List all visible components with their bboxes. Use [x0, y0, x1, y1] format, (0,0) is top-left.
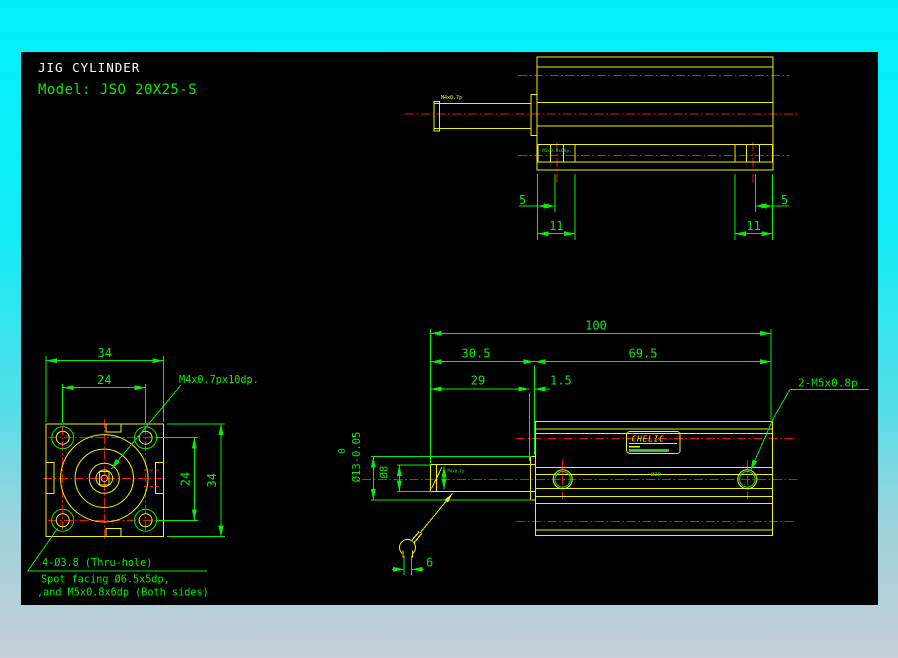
dim-bolt-spacing-h: 24: [97, 373, 111, 387]
right-lug: [735, 145, 772, 162]
dim-body-length: 69.5: [629, 347, 658, 361]
plate-text-line2: [629, 449, 669, 452]
piston-rod: [434, 104, 531, 129]
note-thread-both-sides: ,and M5x0.8x6dp (Both sides): [37, 588, 209, 599]
dim-bolt-spacing-v: 24: [178, 472, 192, 486]
dim-body-width: 34: [97, 346, 111, 360]
rod-flange: [531, 95, 537, 136]
dim-right-width: 11: [746, 219, 760, 233]
hole-notes: 4-Ø3.8 (Thru-hole) Spot facing Ø6.5x5dp,…: [28, 528, 209, 598]
dim-flats-width: 6: [426, 556, 433, 570]
model-label: Model: JSO 20X25-S: [38, 82, 197, 98]
note-spot-facing: Spot facing Ø6.5x5dp,: [41, 574, 170, 586]
front-view: M4x0.7px10dp. 34 24 24 34 4-Ø3.8 (Thru-h…: [28, 346, 259, 599]
bore-label: Ø20: [651, 471, 661, 478]
port-thread-label: M5x0.8x6dp.: [542, 148, 572, 154]
brand-plate: CHELIC: [627, 432, 680, 454]
note-thru-hole: 4-Ø3.8 (Thru-hole): [42, 557, 152, 569]
dim-overall-length: 100: [585, 319, 607, 333]
rod-dia-label: Ø8: [379, 466, 391, 479]
dim-left-width: 11: [549, 219, 563, 233]
thread-callout: M4x0.7px10dp.: [179, 375, 259, 386]
plate-text-line1: [629, 446, 640, 448]
brand-logo: CHELIC: [632, 434, 665, 444]
top-view: M4x0.7p M5x0.8x6dp. 5 11 11 5: [405, 57, 800, 240]
dim-right-offset: 5: [781, 193, 788, 207]
dim-boss-height: 1.5: [550, 374, 572, 388]
page-title: JIG CYLINDER: [38, 60, 140, 75]
cad-drawing: JIG CYLINDER Model: JSO 20X25-S M4x0.7p …: [21, 52, 878, 605]
port-callout: 2-M5x0.8p: [798, 377, 858, 390]
dim-body-height: 34: [205, 473, 219, 487]
rod-thread-label: M4x0.7p: [441, 95, 462, 101]
side-view: M4x0.7p Ø20 CHELIC 100 30.5 69.5 29 1.5 …: [337, 319, 869, 576]
pilot-dia-label: Ø13-0.05: [351, 432, 363, 483]
wrench-icon: [400, 533, 421, 559]
dim-rod-length: 29: [471, 374, 485, 388]
rod-thread-label: M4x0.7p: [448, 469, 465, 474]
cad-drawing-canvas[interactable]: JIG CYLINDER Model: JSO 20X25-S M4x0.7p …: [21, 52, 878, 605]
pilot-tol-upper: 0: [337, 448, 348, 454]
dim-left-offset: 5: [519, 193, 526, 207]
piston-rod: [431, 465, 536, 492]
pilot-boss: [530, 457, 535, 500]
dim-rod-extension: 30.5: [462, 347, 491, 361]
